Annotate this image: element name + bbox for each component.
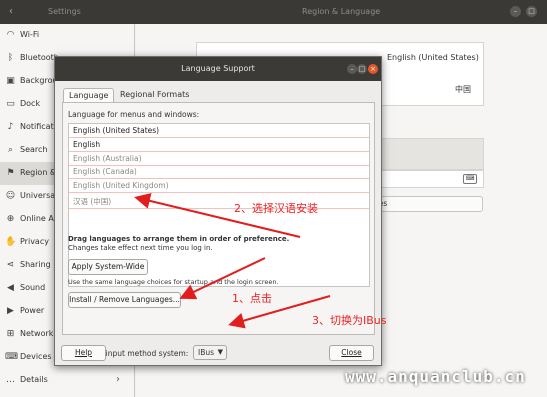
annotation-step3: 3、切换为IBus — [312, 314, 387, 327]
watermark: www.anquanclub.cn — [345, 367, 526, 386]
settings-window: ‹ Settings Region & Language – □ ◠ Wi-Fi ᛒ… — [0, 0, 547, 397]
annotation-arrows — [134, 193, 331, 329]
annotation-step2: 2、选择汉语安装 — [234, 202, 318, 215]
annotation-step1: 1、点击 — [232, 292, 272, 305]
